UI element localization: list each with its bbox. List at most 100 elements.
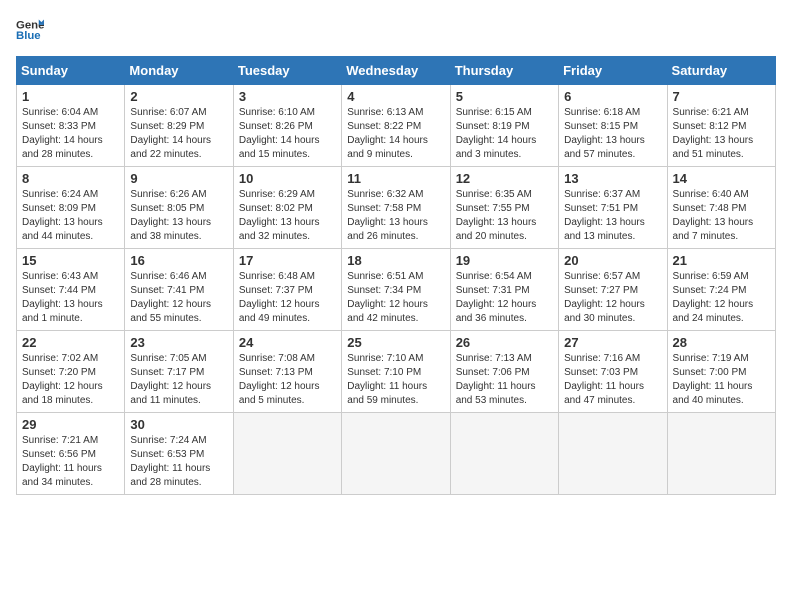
page-header: General Blue [16,16,776,44]
day-number: 8 [22,171,119,186]
day-number: 28 [673,335,770,350]
day-info: Sunrise: 7:16 AM Sunset: 7:03 PM Dayligh… [564,352,661,408]
day-info: Sunrise: 6:59 AM Sunset: 7:24 PM Dayligh… [673,270,770,326]
col-header-wednesday: Wednesday [342,57,450,85]
logo-icon: General Blue [16,16,44,44]
day-number: 24 [239,335,336,350]
calendar-day-23: 23 Sunrise: 7:05 AM Sunset: 7:17 PM Dayli… [125,331,233,413]
calendar-day-26: 26Sunrise: 7:13 AM Sunset: 7:06 PM Dayli… [450,331,558,413]
day-number: 25 [347,335,444,350]
empty-cell [233,413,341,495]
calendar-day-7: 7 Sunrise: 6:21 AM Sunset: 8:12 PM Daylig… [667,85,775,167]
empty-cell [559,413,667,495]
day-info: Sunrise: 6:15 AM Sunset: 8:19 PM Dayligh… [456,106,553,162]
col-header-monday: Monday [125,57,233,85]
day-info: Sunrise: 6:18 AM Sunset: 8:15 PM Dayligh… [564,106,661,162]
day-number: 16 [130,253,227,268]
day-info: Sunrise: 7:24 AM Sunset: 6:53 PM Dayligh… [130,434,227,490]
calendar-day-14: 14Sunrise: 6:40 AM Sunset: 7:48 PM Dayli… [667,167,775,249]
calendar-day-8: 8 Sunrise: 6:24 AM Sunset: 8:09 PM Daylig… [17,167,125,249]
calendar-day-16: 16 Sunrise: 6:46 AM Sunset: 7:41 PM Dayli… [125,249,233,331]
day-info: Sunrise: 7:21 AM Sunset: 6:56 PM Dayligh… [22,434,119,490]
day-number: 29 [22,417,119,432]
calendar-day-15: 15 Sunrise: 6:43 AM Sunset: 7:44 PM Dayli… [17,249,125,331]
calendar-day-25: 25 Sunrise: 7:10 AM Sunset: 7:10 PM Dayli… [342,331,450,413]
day-number: 23 [130,335,227,350]
calendar-day-30: 30 Sunrise: 7:24 AM Sunset: 6:53 PM Dayli… [125,413,233,495]
empty-cell [342,413,450,495]
day-number: 18 [347,253,444,268]
col-header-sunday: Sunday [17,57,125,85]
day-number: 17 [239,253,336,268]
day-info: Sunrise: 6:10 AM Sunset: 8:26 PM Dayligh… [239,106,336,162]
day-info: Sunrise: 6:07 AM Sunset: 8:29 PM Dayligh… [130,106,227,162]
day-info: Sunrise: 6:26 AM Sunset: 8:05 PM Dayligh… [130,188,227,244]
day-info: Sunrise: 6:57 AM Sunset: 7:27 PM Dayligh… [564,270,661,326]
calendar-day-29: 29 Sunrise: 7:21 AM Sunset: 6:56 PM Dayli… [17,413,125,495]
col-header-saturday: Saturday [667,57,775,85]
calendar-day-18: 18 Sunrise: 6:51 AM Sunset: 7:34 PM Dayli… [342,249,450,331]
calendar-day-10: 10Sunrise: 6:29 AM Sunset: 8:02 PM Dayli… [233,167,341,249]
calendar-table: SundayMondayTuesdayWednesdayThursdayFrid… [16,56,776,495]
day-info: Sunrise: 6:32 AM Sunset: 7:58 PM Dayligh… [347,188,444,244]
day-info: Sunrise: 6:54 AM Sunset: 7:31 PM Dayligh… [456,270,553,326]
day-info: Sunrise: 6:13 AM Sunset: 8:22 PM Dayligh… [347,106,444,162]
day-number: 20 [564,253,661,268]
calendar-day-19: 19Sunrise: 6:54 AM Sunset: 7:31 PM Dayli… [450,249,558,331]
day-number: 30 [130,417,227,432]
day-info: Sunrise: 6:21 AM Sunset: 8:12 PM Dayligh… [673,106,770,162]
calendar-day-9: 9 Sunrise: 6:26 AM Sunset: 8:05 PM Daylig… [125,167,233,249]
calendar-day-3: 3 Sunrise: 6:10 AM Sunset: 8:26 PM Daylig… [233,85,341,167]
day-number: 9 [130,171,227,186]
day-number: 3 [239,89,336,104]
svg-text:Blue: Blue [16,30,41,42]
day-info: Sunrise: 6:24 AM Sunset: 8:09 PM Dayligh… [22,188,119,244]
calendar-day-21: 21 Sunrise: 6:59 AM Sunset: 7:24 PM Dayli… [667,249,775,331]
col-header-tuesday: Tuesday [233,57,341,85]
day-info: Sunrise: 6:46 AM Sunset: 7:41 PM Dayligh… [130,270,227,326]
day-info: Sunrise: 6:40 AM Sunset: 7:48 PM Dayligh… [673,188,770,244]
day-info: Sunrise: 6:48 AM Sunset: 7:37 PM Dayligh… [239,270,336,326]
calendar-day-20: 20 Sunrise: 6:57 AM Sunset: 7:27 PM Dayli… [559,249,667,331]
empty-cell [450,413,558,495]
day-info: Sunrise: 7:02 AM Sunset: 7:20 PM Dayligh… [22,352,119,408]
day-number: 6 [564,89,661,104]
col-header-friday: Friday [559,57,667,85]
logo: General Blue [16,16,44,44]
day-info: Sunrise: 7:10 AM Sunset: 7:10 PM Dayligh… [347,352,444,408]
day-info: Sunrise: 7:05 AM Sunset: 7:17 PM Dayligh… [130,352,227,408]
day-info: Sunrise: 7:13 AM Sunset: 7:06 PM Dayligh… [456,352,553,408]
day-number: 13 [564,171,661,186]
calendar-day-11: 11 Sunrise: 6:32 AM Sunset: 7:58 PM Dayli… [342,167,450,249]
day-info: Sunrise: 6:37 AM Sunset: 7:51 PM Dayligh… [564,188,661,244]
day-number: 1 [22,89,119,104]
calendar-day-17: 17 Sunrise: 6:48 AM Sunset: 7:37 PM Dayli… [233,249,341,331]
day-number: 11 [347,171,444,186]
day-info: Sunrise: 7:08 AM Sunset: 7:13 PM Dayligh… [239,352,336,408]
day-number: 12 [456,171,553,186]
empty-cell [667,413,775,495]
day-number: 21 [673,253,770,268]
calendar-day-24: 24 Sunrise: 7:08 AM Sunset: 7:13 PM Dayli… [233,331,341,413]
calendar-day-5: 5 Sunrise: 6:15 AM Sunset: 8:19 PM Daylig… [450,85,558,167]
day-info: Sunrise: 6:04 AM Sunset: 8:33 PM Dayligh… [22,106,119,162]
col-header-thursday: Thursday [450,57,558,85]
calendar-day-28: 28Sunrise: 7:19 AM Sunset: 7:00 PM Dayli… [667,331,775,413]
day-number: 5 [456,89,553,104]
calendar-day-6: 6 Sunrise: 6:18 AM Sunset: 8:15 PM Daylig… [559,85,667,167]
day-number: 2 [130,89,227,104]
day-info: Sunrise: 6:51 AM Sunset: 7:34 PM Dayligh… [347,270,444,326]
day-number: 15 [22,253,119,268]
calendar-day-1: 1 Sunrise: 6:04 AM Sunset: 8:33 PM Daylig… [17,85,125,167]
day-number: 4 [347,89,444,104]
day-number: 22 [22,335,119,350]
calendar-day-22: 22 Sunrise: 7:02 AM Sunset: 7:20 PM Dayli… [17,331,125,413]
calendar-day-2: 2 Sunrise: 6:07 AM Sunset: 8:29 PM Daylig… [125,85,233,167]
day-number: 10 [239,171,336,186]
calendar-day-13: 13 Sunrise: 6:37 AM Sunset: 7:51 PM Dayli… [559,167,667,249]
day-number: 7 [673,89,770,104]
calendar-day-27: 27 Sunrise: 7:16 AM Sunset: 7:03 PM Dayli… [559,331,667,413]
calendar-day-12: 12Sunrise: 6:35 AM Sunset: 7:55 PM Dayli… [450,167,558,249]
day-number: 27 [564,335,661,350]
day-info: Sunrise: 6:43 AM Sunset: 7:44 PM Dayligh… [22,270,119,326]
